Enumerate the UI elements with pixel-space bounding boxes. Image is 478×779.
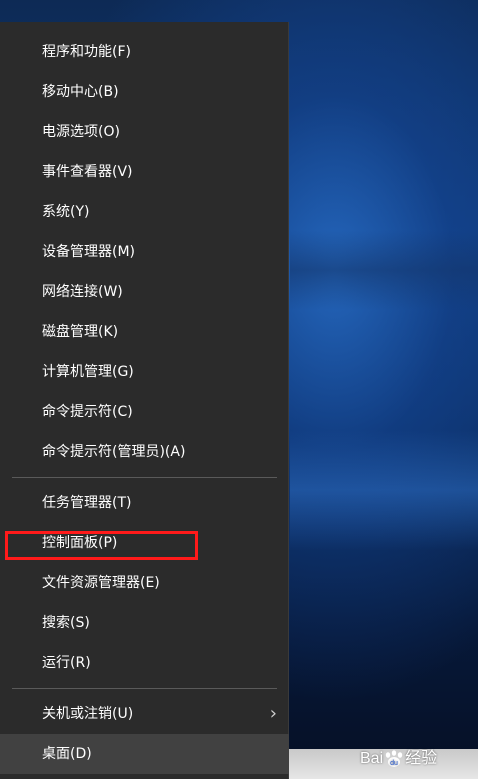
watermark-brand-text: Bai (360, 750, 384, 767)
menu-item-run[interactable]: 运行(R) (0, 643, 289, 683)
menu-item-search[interactable]: 搜索(S) (0, 603, 289, 643)
menu-item-event-viewer[interactable]: 事件查看器(V) (0, 152, 289, 192)
watermark-suffix-text: 经验 (405, 750, 438, 767)
svg-text:du: du (390, 760, 398, 767)
menu-item-computer-management[interactable]: 计算机管理(G) (0, 352, 289, 392)
menu-separator (12, 688, 277, 689)
winx-context-menu: 程序和功能(F) 移动中心(B) 电源选项(O) 事件查看器(V) 系统(Y) … (0, 22, 289, 779)
menu-item-system[interactable]: 系统(Y) (0, 192, 289, 232)
menu-item-shutdown-signout[interactable]: 关机或注销(U) › (0, 694, 289, 734)
baidu-watermark: Bai du 经验 (360, 744, 470, 774)
menu-separator (12, 477, 277, 478)
menu-item-network-connections[interactable]: 网络连接(W) (0, 272, 289, 312)
menu-item-label: 关机或注销(U) (42, 706, 134, 722)
menu-item-desktop[interactable]: 桌面(D) (0, 734, 289, 774)
menu-item-power-options[interactable]: 电源选项(O) (0, 112, 289, 152)
menu-item-disk-management[interactable]: 磁盘管理(K) (0, 312, 289, 352)
menu-item-task-manager[interactable]: 任务管理器(T) (0, 483, 289, 523)
paw-icon: du (385, 749, 403, 767)
menu-item-programs-features[interactable]: 程序和功能(F) (0, 32, 289, 72)
chevron-right-icon: › (269, 703, 277, 724)
annotation-highlight-box (5, 531, 198, 560)
menu-item-command-prompt[interactable]: 命令提示符(C) (0, 392, 289, 432)
desktop-light-band (290, 230, 478, 310)
menu-item-file-explorer[interactable]: 文件资源管理器(E) (0, 563, 289, 603)
menu-item-device-manager[interactable]: 设备管理器(M) (0, 232, 289, 272)
desktop-light-band-lower (290, 430, 478, 550)
menu-item-command-prompt-admin[interactable]: 命令提示符(管理员)(A) (0, 432, 289, 472)
menu-item-mobility-center[interactable]: 移动中心(B) (0, 72, 289, 112)
